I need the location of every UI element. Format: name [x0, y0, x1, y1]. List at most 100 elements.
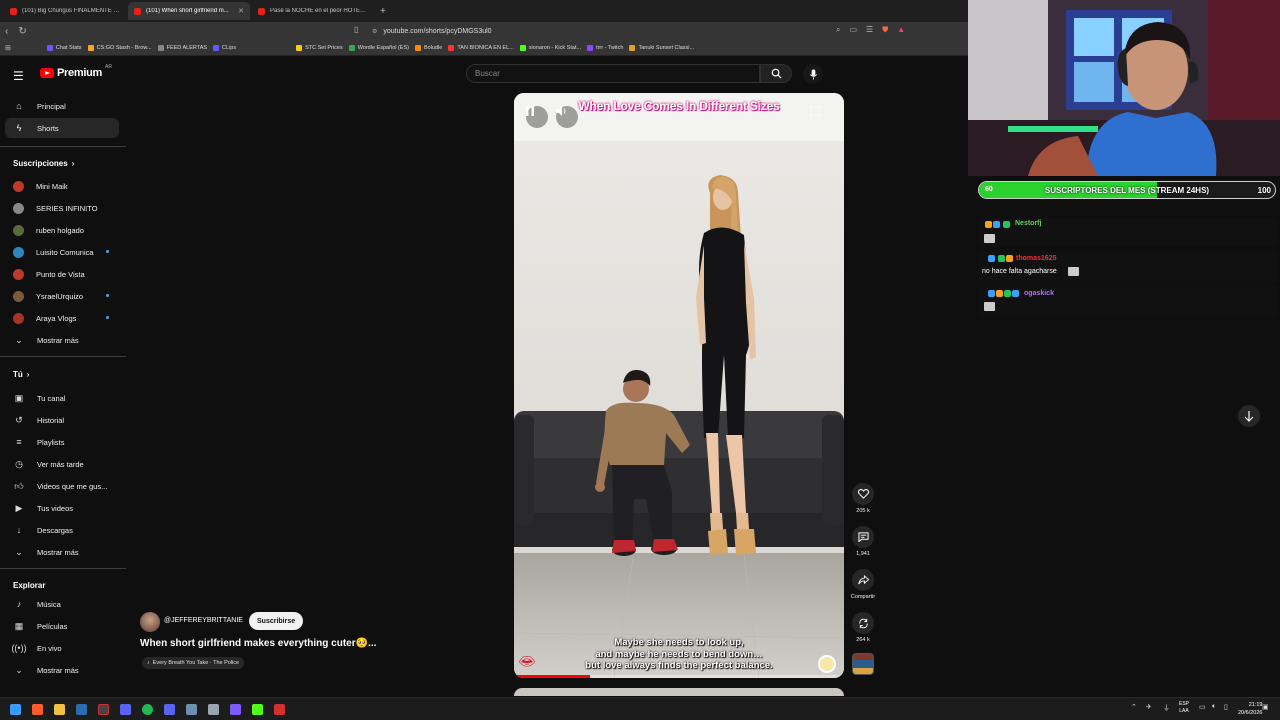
rewards-icon[interactable]: ▲	[897, 25, 905, 35]
sidebar-item-playlists[interactable]: ≡ Playlists	[5, 432, 119, 452]
you-heading[interactable]: Tú ›	[13, 370, 29, 379]
subscriptions-heading[interactable]: Suscripciones ›	[13, 159, 74, 168]
sidebar-item-subscription[interactable]: Luisito Comunica	[5, 242, 119, 262]
bookmark[interactable]: sionaron - Kick Stat...	[519, 44, 581, 51]
fullscreen-button[interactable]	[810, 106, 832, 128]
network-icon[interactable]: ▭	[1199, 703, 1206, 711]
bookmark[interactable]: Tanuki Sunset Classi...	[629, 44, 694, 51]
sidebar-item-your-videos[interactable]: ▶ Tus videos	[5, 498, 119, 518]
show-more-you[interactable]: ⌄ Mostrar más	[5, 542, 119, 562]
remix-action[interactable]: 264 k	[848, 612, 878, 643]
sidebar-item-subscription[interactable]: ruben holgado	[5, 220, 119, 240]
back-icon[interactable]: ‹	[5, 26, 8, 37]
sidebar-item-subscription[interactable]: SERIES INFINITO	[5, 198, 119, 218]
zoom-icon[interactable]: ⌕	[836, 25, 840, 35]
song-chip[interactable]: ♪ Every Breath You Take · The Police	[142, 657, 245, 669]
volume-icon[interactable]: 🔈︎	[1212, 703, 1216, 711]
pause-button[interactable]	[526, 106, 548, 128]
show-more-subscriptions[interactable]: ⌄ Mostrar más	[5, 330, 119, 350]
like-action[interactable]: 205 k	[848, 483, 878, 514]
app-icon[interactable]	[164, 704, 175, 715]
comments-button[interactable]	[852, 526, 874, 548]
app-icon[interactable]	[230, 704, 241, 715]
bookmark[interactable]: Chat Stats	[46, 44, 82, 51]
bookmark-icon[interactable]: ▯	[354, 25, 358, 34]
bookmark[interactable]: STC Set Prices	[296, 44, 343, 51]
share-button[interactable]	[852, 569, 874, 591]
sidebar-item-subscription[interactable]: Araya Vlogs	[5, 308, 119, 328]
chevron-up-icon[interactable]: ⌃	[1131, 703, 1137, 711]
voice-search-button[interactable]	[803, 64, 823, 84]
sidebar-item-shorts[interactable]: ϟ Shorts	[5, 118, 119, 138]
spotify-icon[interactable]	[142, 704, 153, 715]
extensions-icon[interactable]: ☰	[866, 25, 873, 35]
bookmark[interactable]: TAN BIONICA EN EL...	[448, 44, 514, 51]
url-field[interactable]: ⚙ youtube.com/shorts/pcyDMGS3ul0	[372, 25, 912, 37]
search-button[interactable]	[760, 64, 792, 83]
chat-badge-icon	[1004, 290, 1011, 297]
sidebar-item-subscription[interactable]: Mini Maik	[5, 176, 119, 196]
kick-icon[interactable]	[252, 704, 263, 715]
cast-icon[interactable]: ▭	[849, 25, 857, 35]
subscribe-button[interactable]: Suscribirse	[249, 612, 304, 630]
discord-icon[interactable]	[120, 704, 131, 715]
sidebar-item-subscription[interactable]: Punto de Vista	[5, 264, 119, 284]
channel-handle[interactable]: @JEFFEREYBRITTANIE	[164, 617, 243, 624]
channel-avatar[interactable]	[140, 612, 160, 632]
show-more-explore[interactable]: ⌄ Mostrar más	[5, 660, 119, 680]
browser-tab[interactable]: (101) Big Chungus FINALMENTE RE...	[4, 2, 126, 20]
search-input[interactable]: Buscar	[466, 64, 760, 83]
brave-browser-icon[interactable]	[32, 704, 43, 715]
brave-shield-icon[interactable]: ⛊	[882, 25, 888, 35]
bookmark[interactable]: trrr - Twitch	[587, 44, 623, 51]
browser-tab[interactable]: Pasé la NOCHE en el peor HOTEL de...	[252, 2, 374, 20]
sidebar-item-live[interactable]: ((•)) En vivo	[5, 638, 119, 658]
youtube-premium-logo[interactable]: Premium AR	[40, 64, 112, 79]
comments-action[interactable]: 1,941	[848, 526, 878, 557]
bookmark[interactable]: CS:GO Stash - Brow...	[87, 44, 152, 51]
app-icon[interactable]	[208, 704, 219, 715]
close-tab-icon[interactable]: ✕	[238, 7, 244, 15]
sidebar-item-downloads[interactable]: ↓ Descargas	[5, 520, 119, 540]
apps-icon[interactable]: ⊞	[5, 44, 11, 52]
reload-icon[interactable]: ↻	[18, 26, 26, 37]
bookmark[interactable]: CLips	[213, 44, 236, 51]
tray-app-icon[interactable]: ✈	[1146, 703, 1152, 711]
bookmark[interactable]: Boludle	[414, 44, 442, 51]
start-icon[interactable]	[10, 704, 21, 715]
share-action[interactable]: Compartir	[848, 569, 878, 600]
bookmark[interactable]: FEED ALERTAS	[157, 44, 207, 51]
browser-tab-active[interactable]: (101) When short girlfriend m... ✕	[128, 2, 250, 20]
like-button[interactable]	[852, 483, 874, 505]
sidebar-item-subscription[interactable]: YsraelUrquizo	[5, 286, 119, 306]
app-icon[interactable]	[274, 704, 285, 715]
sidebar-item-home[interactable]: ⌂ Principal	[5, 96, 119, 116]
app-icon[interactable]	[186, 704, 197, 715]
sidebar-item-your-channel[interactable]: ▣ Tu canal	[5, 388, 119, 408]
notification-icon[interactable]: ▣	[1262, 703, 1269, 711]
sidebar-item-history[interactable]: ↺ Historial	[5, 410, 119, 430]
steam-icon[interactable]	[76, 704, 87, 715]
short-title[interactable]: When short girlfriend makes everything c…	[140, 638, 376, 649]
sidebar-item-liked-videos[interactable]: 👍︎ Videos que me gus...	[5, 476, 119, 496]
system-clock[interactable]: 21:19 20/6/2026	[1238, 701, 1262, 717]
next-short-button[interactable]	[1238, 405, 1260, 427]
bookmark[interactable]: Wordle Español (ES)	[348, 44, 409, 51]
menu-icon[interactable]: ☰	[13, 69, 24, 83]
obs-icon[interactable]	[98, 704, 109, 715]
sidebar-item-watch-later[interactable]: ◷ Ver más tarde	[5, 454, 119, 474]
short-video-player[interactable]: When Love Comes In Different Sizes Maybe…	[514, 93, 844, 678]
video-progress-bar[interactable]	[514, 675, 844, 678]
volume-button[interactable]	[556, 106, 578, 128]
usb-icon[interactable]: ⏚	[1163, 703, 1170, 713]
remix-button[interactable]	[852, 612, 874, 634]
sidebar-item-music[interactable]: ♪ Música	[5, 594, 119, 614]
sidebar-item-movies[interactable]: ▦ Películas	[5, 616, 119, 636]
new-tab-button[interactable]: +	[380, 6, 386, 17]
keyboard-language[interactable]: ESP LAA	[1179, 701, 1189, 715]
next-short-preview[interactable]	[514, 688, 844, 696]
site-info-icon[interactable]: ⚙	[372, 28, 377, 35]
sound-thumbnail[interactable]	[852, 653, 874, 675]
file-explorer-icon[interactable]	[54, 704, 65, 715]
battery-icon[interactable]: ▯	[1224, 703, 1228, 711]
